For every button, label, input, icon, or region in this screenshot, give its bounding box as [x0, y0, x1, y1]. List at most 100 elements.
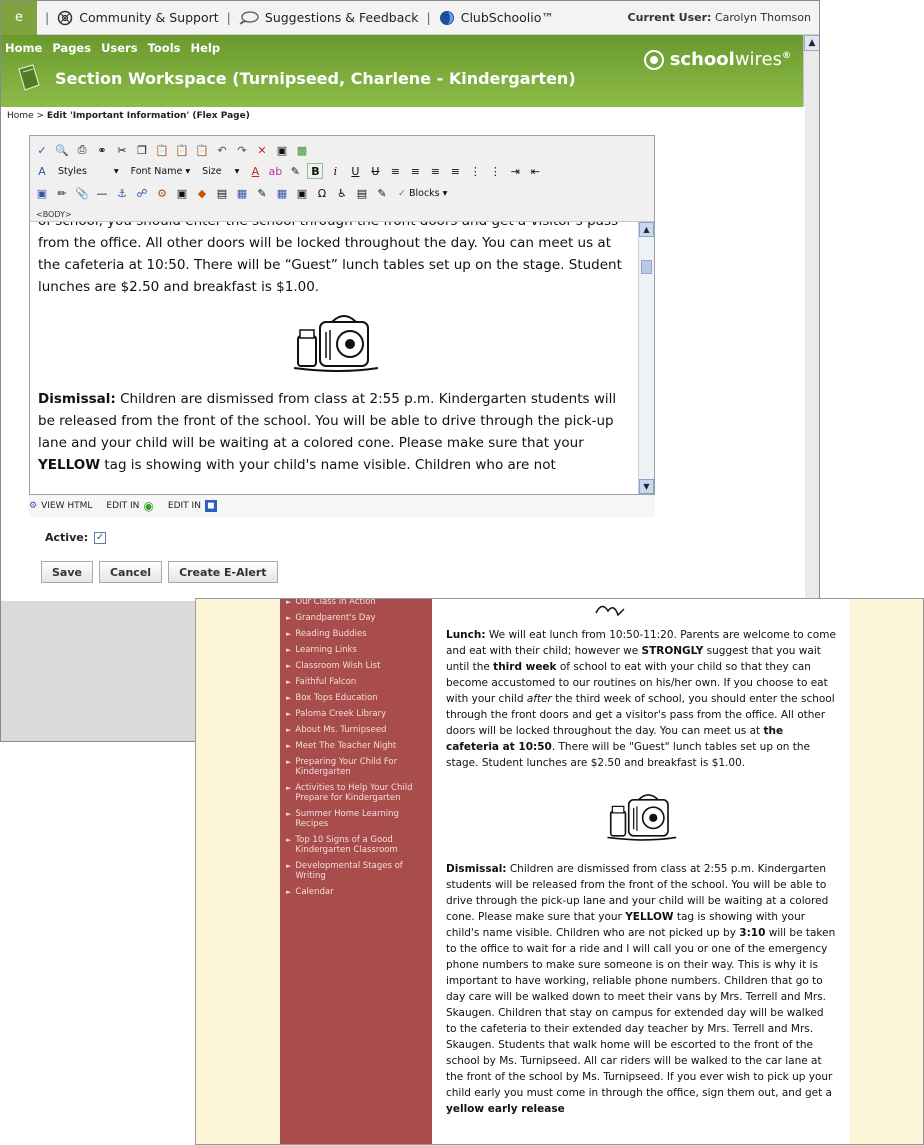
align-center-icon[interactable]: ≡ — [407, 163, 423, 179]
menu-home[interactable]: Home — [5, 41, 42, 55]
editor-scroll-thumb[interactable] — [641, 260, 652, 274]
edit-in-firefox-button[interactable]: EDIT IN ◉ — [106, 499, 154, 513]
anchor-icon[interactable]: ⚓ — [114, 185, 130, 201]
table-edit-icon[interactable]: ✎ — [254, 185, 270, 201]
active-checkbox[interactable]: ✓ — [94, 531, 107, 544]
accessibility-icon[interactable]: ♿ — [334, 185, 350, 201]
edit-icon[interactable]: ✏ — [54, 185, 70, 201]
menu-pages[interactable]: Pages — [52, 41, 91, 55]
font-name-dropdown[interactable]: Font Name ▾ — [127, 166, 195, 177]
symbol-icon[interactable]: Ω — [314, 185, 330, 201]
sidebar-item[interactable]: ► Classroom Wish List — [286, 661, 428, 671]
sidebar-item[interactable]: ► Box Tops Education — [286, 693, 428, 703]
brush-icon[interactable]: ✎ — [287, 163, 303, 179]
image-icon[interactable]: ▣ — [34, 185, 50, 201]
media-icon[interactable]: ▣ — [174, 185, 190, 201]
menu-users[interactable]: Users — [101, 41, 138, 55]
find-icon[interactable]: ⚭ — [94, 142, 110, 158]
editor-scrollbar[interactable]: ▲ ▼ — [638, 222, 654, 494]
indent-icon[interactable]: ⇥ — [507, 163, 523, 179]
link-icon[interactable]: ☍ — [134, 185, 150, 201]
paste-word-icon[interactable]: 📋 — [194, 142, 210, 158]
underline-icon[interactable]: U — [347, 163, 363, 179]
sidebar-item[interactable]: ► Summer Home Learning Recipes — [286, 809, 428, 829]
ordered-list-icon[interactable]: ⋮ — [467, 163, 483, 179]
top-bar: e | Community & Support | Suggestions & … — [1, 1, 819, 35]
sidebar-item[interactable]: ► Faithful Falcon — [286, 677, 428, 687]
browser-blue-icon: ◼ — [204, 500, 217, 512]
sidebar-item[interactable]: ► Grandparent's Day — [286, 613, 428, 623]
tab-stub[interactable]: e — [1, 1, 37, 35]
horizontal-rule-icon[interactable]: — — [94, 185, 110, 201]
align-right-icon[interactable]: ≡ — [427, 163, 443, 179]
table-icon[interactable]: ▦ — [234, 185, 250, 201]
delete-icon[interactable]: ✕ — [254, 142, 270, 158]
document-icon[interactable]: ▤ — [214, 185, 230, 201]
sidebar-item[interactable]: ► Learning Links — [286, 645, 428, 655]
sidebar-item[interactable]: ► Top 10 Signs of a Good Kindergarten Cla… — [286, 835, 428, 855]
bold-icon[interactable]: B — [307, 163, 324, 179]
view-html-button[interactable]: ⚙ VIEW HTML — [29, 501, 92, 511]
strikethrough-icon[interactable]: U — [367, 163, 383, 179]
align-left-icon[interactable]: ≡ — [387, 163, 403, 179]
menu-help[interactable]: Help — [190, 41, 220, 55]
spellcheck-icon[interactable]: ✓ — [34, 142, 50, 158]
community-support-link[interactable]: Community & Support — [57, 10, 219, 26]
menu-tools[interactable]: Tools — [148, 41, 181, 55]
justify-icon[interactable]: ≡ — [447, 163, 463, 179]
clean-icon[interactable]: ▣ — [274, 142, 290, 158]
scroll-up-button[interactable]: ▲ — [804, 35, 819, 51]
editor-scroll-down[interactable]: ▼ — [639, 479, 654, 494]
undo-icon[interactable]: ↶ — [214, 142, 230, 158]
flash-icon[interactable]: ⚙ — [154, 185, 170, 201]
section-title: Section Workspace (Turnipseed, Charlene … — [55, 69, 576, 88]
styles-dropdown[interactable]: Styles ▾ — [54, 166, 123, 177]
sidebar-item[interactable]: ► Activities to Help Your Child Prepare f… — [286, 783, 428, 803]
create-e-alert-button[interactable]: Create E-Alert — [168, 561, 278, 583]
rich-text-editor[interactable]: ✓ 🔍 ⎙ ⚭ ✂ ❐ 📋 📋 📋 ↶ ↷ ✕ ▣ ▩ A Styles ▾ F… — [29, 135, 655, 495]
format-icon[interactable]: ✎ — [374, 185, 390, 201]
sidebar-item[interactable]: ► Reading Buddies — [286, 629, 428, 639]
cut-icon[interactable]: ✂ — [114, 142, 130, 158]
sidebar-item[interactable]: ► Developmental Stages of Writing — [286, 861, 428, 881]
editor-scroll-up[interactable]: ▲ — [639, 222, 654, 237]
chevron-down-icon: ▾ — [442, 187, 448, 199]
cell-icon[interactable]: ▦ — [274, 185, 290, 201]
sidebar-item[interactable]: ► Preparing Your Child For Kindergarten — [286, 757, 428, 777]
clubschoolio-link[interactable]: ClubSchoolio™ — [439, 10, 554, 26]
redo-icon[interactable]: ↷ — [234, 142, 250, 158]
sidebar-item[interactable]: ► Our Class in Action — [286, 599, 428, 607]
chevron-down-icon: ▾ — [185, 165, 191, 177]
outdent-icon[interactable]: ⇤ — [527, 163, 543, 179]
site-sidebar: ► Our Class in Action ► Grandparent's Day … — [280, 599, 432, 1144]
highlight-icon[interactable]: ab — [267, 163, 283, 179]
attach-icon[interactable]: 📎 — [74, 185, 90, 201]
editor-content[interactable]: of school, you should enter the school t… — [30, 222, 638, 494]
module-icon[interactable]: ▤ — [354, 185, 370, 201]
textbox-icon[interactable]: ▣ — [294, 185, 310, 201]
unordered-list-icon[interactable]: ⋮ — [487, 163, 503, 179]
sidebar-item[interactable]: ► About Ms. Turnipseed — [286, 725, 428, 735]
paste-text-icon[interactable]: 📋 — [174, 142, 190, 158]
breadcrumb-home[interactable]: Home — [7, 111, 34, 121]
sidebar-item[interactable]: ► Paloma Creek Library — [286, 709, 428, 719]
print-icon[interactable]: ⎙ — [74, 142, 90, 158]
template-icon[interactable]: ▩ — [294, 142, 310, 158]
body-tag-indicator: <BODY> — [36, 210, 72, 219]
size-dropdown[interactable]: Size ▾ — [198, 166, 243, 177]
copy-icon[interactable]: ❐ — [134, 142, 150, 158]
paste-icon[interactable]: 📋 — [154, 142, 170, 158]
sidebar-item[interactable]: ► Meet The Teacher Night — [286, 741, 428, 751]
italic-icon[interactable]: i — [327, 163, 343, 179]
font-color-icon[interactable]: A — [247, 163, 263, 179]
form-icon[interactable]: ◆ — [194, 185, 210, 201]
suggestions-feedback-link[interactable]: Suggestions & Feedback — [239, 10, 419, 25]
sidebar-nav: ► Our Class in Action ► Grandparent's Day … — [280, 599, 432, 897]
cancel-button[interactable]: Cancel — [98, 561, 163, 583]
sidebar-item[interactable]: ► Calendar — [286, 887, 428, 897]
site-preview-window: ► Our Class in Action ► Grandparent's Day … — [195, 598, 924, 1145]
preview-icon[interactable]: 🔍 — [54, 142, 70, 158]
blocks-dropdown[interactable]: ✓ Blocks ▾ — [394, 188, 451, 199]
save-button[interactable]: Save — [41, 561, 93, 583]
edit-in-ie-button[interactable]: EDIT IN ◼ — [168, 500, 217, 512]
